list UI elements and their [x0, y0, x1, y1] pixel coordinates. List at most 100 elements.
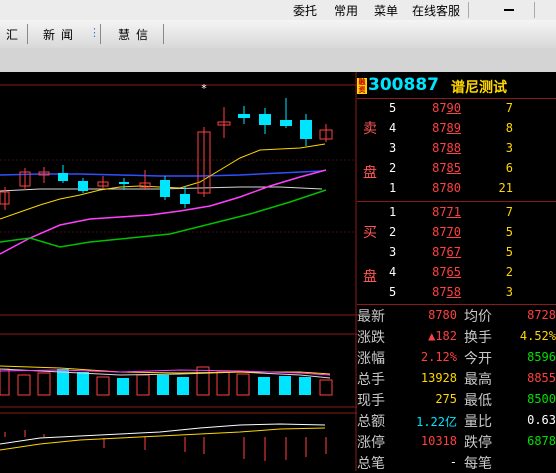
menu-item-entrust[interactable]: 委托	[293, 2, 317, 19]
top-menu-bar: 委托 常用 菜单 在线客服	[0, 0, 556, 20]
stock-code[interactable]: 300887	[368, 75, 439, 95]
minimize-icon[interactable]	[504, 9, 514, 11]
menu-item-common[interactable]: 常用	[334, 2, 358, 19]
buy-volume: 5	[505, 225, 513, 239]
stock-name[interactable]: 谱尼测试	[451, 77, 507, 97]
stat-label: 今开	[464, 351, 492, 367]
buy-volume: 7	[505, 205, 513, 219]
stat-value: 6878	[527, 434, 556, 448]
level-number: 2	[389, 161, 397, 175]
sell-price: 8790	[432, 101, 461, 115]
stat-value: 8780	[428, 308, 457, 322]
tab-bar: 汇 新闻 ⋮ 慧信	[0, 20, 556, 48]
stat-value: 8500	[527, 392, 556, 406]
stat-row: 涨停 10318 跌停 6878	[357, 432, 556, 452]
quote-title: 融资 300887 谱尼测试	[357, 75, 556, 97]
sell-volume: 6	[505, 161, 513, 175]
stat-value: 4.52%	[519, 329, 556, 343]
stat-value: 8728	[527, 308, 556, 322]
stat-label: 跌停	[464, 435, 492, 451]
macd-bars	[4, 430, 327, 461]
stat-value: 10318	[420, 434, 457, 448]
stat-label: 最新	[357, 309, 385, 325]
book-divider	[357, 201, 556, 202]
menu-item-menu[interactable]: 菜单	[374, 2, 398, 19]
sell-volume: 21	[498, 181, 513, 195]
tab-separator	[100, 24, 101, 44]
stat-value: 2.12%	[420, 350, 457, 364]
stat-label: 每笔	[464, 456, 492, 472]
toolbar-strip	[0, 48, 556, 72]
stat-label: 总手	[357, 372, 385, 388]
ma-green-line	[0, 189, 327, 248]
buy-price: 8770	[432, 225, 461, 239]
stats-divider	[357, 304, 556, 305]
stat-row: 总额 1.22亿 量比 0.63	[357, 411, 556, 431]
window-separator-2	[534, 2, 535, 18]
buy-price: 8765	[432, 265, 461, 279]
tab-separator	[27, 24, 28, 44]
stat-row: 现手 275 最低 8500	[357, 390, 556, 410]
drag-handle-icon[interactable]: ⋮	[89, 26, 100, 39]
sell-level-4[interactable]: 4 8789 8	[357, 119, 556, 139]
level-number: 5	[389, 101, 397, 115]
stat-row: 总手 13928 最高 8855	[357, 369, 556, 389]
buy-price: 8771	[432, 205, 461, 219]
stat-row: 涨幅 2.12% 今开 8596	[357, 348, 556, 368]
tab-huixin[interactable]: 慧信	[113, 25, 159, 45]
sell-level-1[interactable]: 1 8780 21	[357, 179, 556, 199]
buy-volume: 3	[505, 285, 513, 299]
sell-price: 8785	[432, 161, 461, 175]
stat-value: -	[449, 455, 457, 469]
candlesticks	[0, 98, 333, 210]
sell-level-3[interactable]: 3 8788 3	[357, 139, 556, 159]
stat-label: 涨停	[357, 435, 385, 451]
buy-volume: 2	[505, 265, 513, 279]
buy-price: 8767	[432, 245, 461, 259]
level-number: 5	[389, 285, 397, 299]
stat-label: 换手	[464, 330, 492, 346]
stat-label: 最高	[464, 372, 492, 388]
sell-volume: 8	[505, 121, 513, 135]
stat-label: 均价	[464, 309, 492, 325]
tab-news[interactable]: 新闻	[38, 25, 84, 45]
chart-marker: *	[201, 82, 207, 95]
sell-volume: 3	[505, 141, 513, 155]
level-number: 2	[389, 225, 397, 239]
menu-item-online-service[interactable]: 在线客服	[412, 2, 460, 19]
stat-label: 总笔	[357, 456, 385, 472]
margin-badge: 融资	[357, 78, 367, 94]
stat-label: 涨跌	[357, 330, 385, 346]
stat-value: ▲182	[428, 329, 457, 343]
stat-row: 涨跌 ▲182 换手 4.52%	[357, 327, 556, 347]
buy-price: 8758	[432, 285, 461, 299]
sell-price: 8780	[432, 181, 461, 195]
buy-level-3[interactable]: 3 8767 5	[357, 243, 556, 263]
level-number: 1	[389, 181, 397, 195]
stat-label: 量比	[464, 414, 492, 430]
tab-hui[interactable]: 汇	[4, 25, 20, 45]
stat-label: 总额	[357, 414, 385, 430]
stat-value: 8596	[527, 350, 556, 364]
buy-level-1[interactable]: 1 8771 7	[357, 203, 556, 223]
buy-level-2[interactable]: 2 8770 5	[357, 223, 556, 243]
kline-chart[interactable]: *	[0, 72, 357, 471]
macd-dif-line	[0, 423, 326, 445]
stat-value: 275	[435, 392, 457, 406]
tab-separator	[163, 24, 164, 44]
stat-label: 涨幅	[357, 351, 385, 367]
stat-value: 8855	[527, 371, 556, 385]
stat-row: 总笔 - 每笔	[357, 453, 556, 473]
stat-value: 13928	[420, 371, 457, 385]
sell-level-2[interactable]: 2 8785 6	[357, 159, 556, 179]
window-separator	[468, 2, 469, 18]
buy-level-5[interactable]: 5 8758 3	[357, 283, 556, 303]
stat-label: 现手	[357, 393, 385, 409]
level-number: 3	[389, 141, 397, 155]
buy-level-4[interactable]: 4 8765 2	[357, 263, 556, 283]
stat-value: 0.63	[527, 413, 556, 427]
stat-row: 最新 8780 均价 8728	[357, 306, 556, 326]
sell-price: 8789	[432, 121, 461, 135]
sell-level-5[interactable]: 5 8790 7	[357, 99, 556, 119]
buy-volume: 5	[505, 245, 513, 259]
